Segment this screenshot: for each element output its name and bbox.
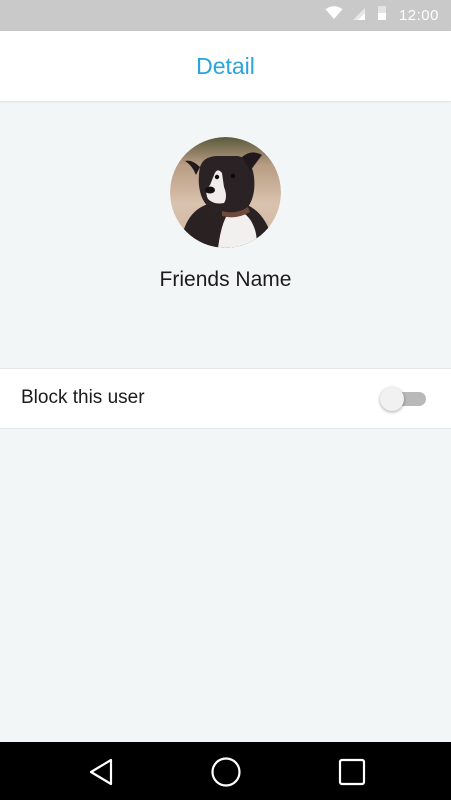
status-time: 12:00 (398, 7, 439, 24)
recents-icon[interactable] (335, 755, 369, 789)
back-icon[interactable] (84, 755, 118, 789)
status-bar: 12:00 (0, 0, 451, 31)
status-icons: 12:00 (325, 0, 439, 31)
screen: 12:00 Detail Friends Name Block this use… (0, 0, 451, 800)
signal-icon (352, 7, 365, 25)
app-bar: Detail (0, 31, 451, 102)
block-user-row[interactable]: Block this user (0, 368, 451, 429)
battery-icon (375, 6, 389, 25)
home-icon[interactable] (209, 755, 243, 789)
dog-photo-avatar (170, 137, 281, 248)
wifi-icon (325, 6, 343, 25)
friend-name: Friends Name (159, 268, 292, 291)
navigation-bar (0, 742, 451, 800)
toggle-thumb (380, 387, 404, 411)
page-title: Detail (196, 52, 255, 79)
avatar (170, 137, 281, 248)
block-user-label: Block this user (21, 387, 145, 408)
block-user-toggle[interactable] (380, 387, 427, 411)
